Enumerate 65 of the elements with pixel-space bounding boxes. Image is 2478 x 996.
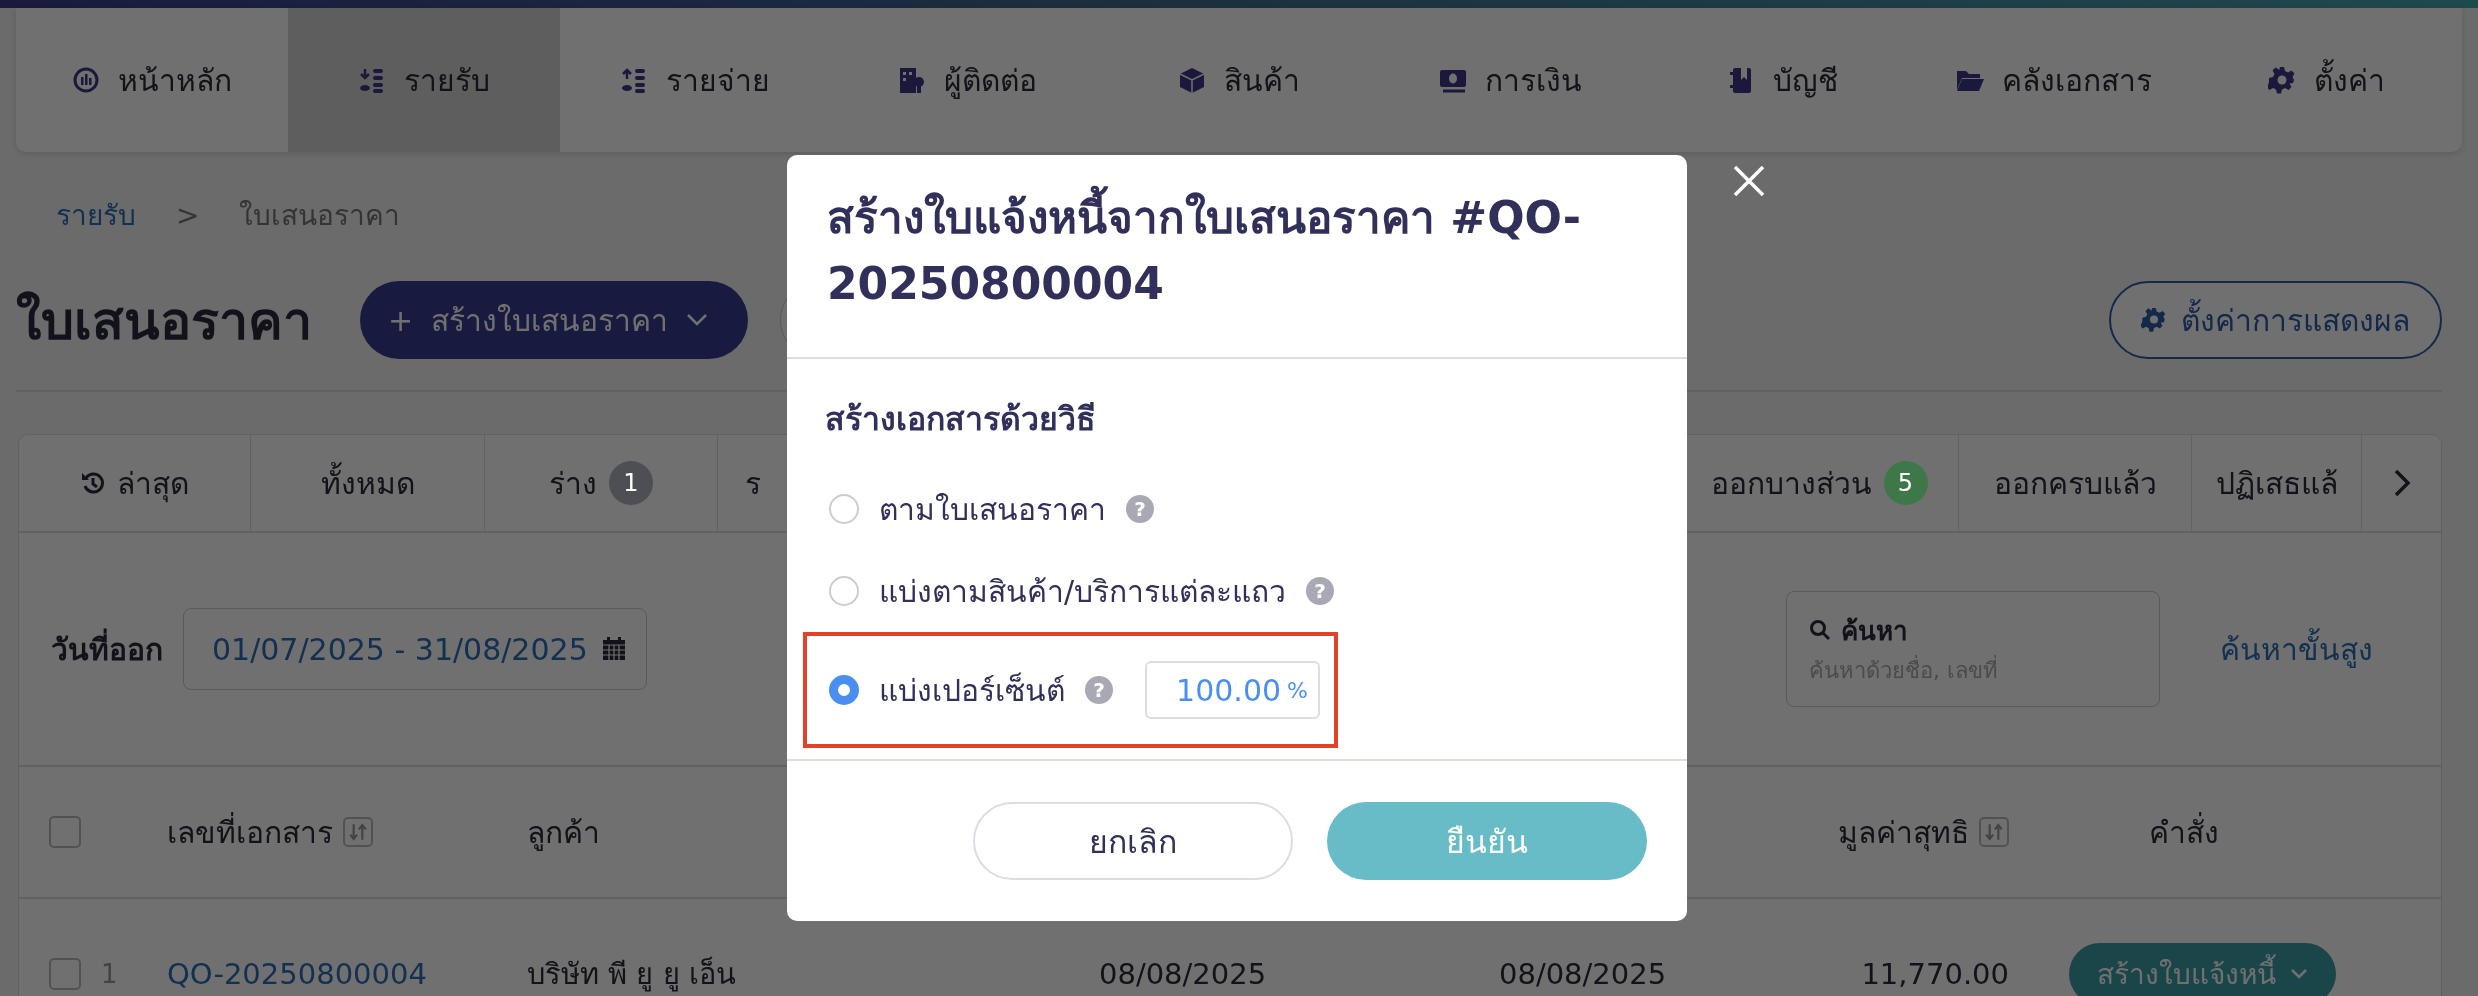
option-label: แบ่งเปอร์เซ็นต์	[879, 671, 1065, 710]
count-badge: 5	[1883, 461, 1928, 505]
product-icon	[1178, 65, 1206, 95]
status-tab[interactable]: ออกครบแล้ว	[1958, 435, 2191, 531]
status-tab[interactable]: ล่าสุด	[19, 435, 251, 531]
select-all-checkbox[interactable]	[49, 816, 81, 848]
nav-tab[interactable]: สินค้า	[1103, 8, 1375, 152]
option-label: ตามใบเสนอราคา	[879, 490, 1106, 529]
radio-button[interactable]	[829, 576, 859, 606]
chevron-right-icon	[2392, 468, 2411, 498]
history-icon	[80, 470, 105, 496]
column-header: ลูกค้า	[527, 813, 600, 853]
help-icon[interactable]: ?	[1085, 676, 1113, 704]
display-settings-button[interactable]: ตั้งค่าการแสดงผล	[2109, 281, 2442, 359]
close-icon[interactable]	[1732, 164, 1766, 198]
sort-icon[interactable]	[343, 817, 373, 847]
status-tab[interactable]: ร่าง 1	[485, 435, 718, 531]
nav-tab[interactable]: คลังเอกสาร	[1918, 8, 2191, 152]
document-number-link[interactable]: QO-20250800004	[167, 957, 427, 991]
column-header: คำสั่ง	[2149, 811, 2219, 852]
nav-tab[interactable]: การเงิน	[1374, 8, 1647, 152]
create-quotation-button[interactable]: + สร้างใบเสนอราคา	[360, 281, 749, 359]
issue-date-cell: 08/08/2025	[1099, 957, 1267, 991]
sort-icon[interactable]	[1979, 817, 2009, 847]
net-total-cell: 11,770.00	[1861, 957, 2009, 991]
status-tab[interactable]: ทั้งหมด	[251, 435, 485, 531]
calendar-icon	[601, 637, 626, 661]
nav-tab[interactable]: บัญชี	[1646, 8, 1919, 152]
nav-tab[interactable]: รายรับ	[287, 8, 560, 152]
column-header: เลขที่เอกสาร	[167, 811, 333, 852]
breadcrumb-separator: >	[176, 198, 200, 232]
breadcrumb-current: ใบเสนอราคา	[239, 198, 401, 234]
help-icon[interactable]: ?	[1126, 495, 1154, 523]
search-label: ค้นหา	[1841, 614, 1908, 648]
confirm-button[interactable]: ยืนยัน	[1327, 802, 1647, 880]
gear-icon	[2267, 65, 2296, 95]
dashboard-icon	[71, 65, 100, 95]
date-label: วันที่ออก	[51, 625, 163, 673]
page-title: ใบเสนอราคา	[16, 289, 312, 353]
date-range-field[interactable]: 01/07/2025 - 31/08/2025	[183, 608, 647, 690]
gear-icon	[2141, 307, 2167, 333]
dialog-title: สร้างใบแจ้งหนี้จากใบเสนอราคา #QO-20250800004	[827, 185, 1647, 317]
nav-tab[interactable]: รายจ่าย	[559, 8, 832, 152]
nav-tab[interactable]: หน้าหลัก	[16, 8, 288, 152]
count-badge: 1	[609, 461, 653, 505]
section-label: สร้างเอกสารด้วยวิธี	[825, 399, 1097, 440]
radio-button[interactable]	[829, 675, 859, 705]
due-date-cell: 08/08/2025	[1499, 957, 1667, 991]
search-icon	[1809, 619, 1831, 641]
caret-icon	[686, 313, 709, 327]
caret-icon	[2290, 968, 2308, 980]
customer-cell: บริษัท พี ยู ยู เอ็น	[527, 957, 736, 991]
create-invoice-button[interactable]: สร้างใบแจ้งหนี้	[2069, 943, 2336, 996]
nav-tab[interactable]: ตั้งค่า	[2190, 8, 2462, 152]
help-icon[interactable]: ?	[1306, 577, 1335, 605]
advanced-search-link[interactable]: ค้นหาขั้นสูง	[2220, 625, 2373, 673]
cancel-button[interactable]: ยกเลิก	[973, 802, 1293, 880]
option-label: แบ่งตามสินค้า/บริการแต่ละแถว	[879, 572, 1287, 611]
row-checkbox[interactable]	[49, 958, 81, 990]
percent-field[interactable]: 100.00 %	[1145, 661, 1320, 719]
breadcrumb-link[interactable]: รายรับ	[56, 193, 136, 237]
radio-button[interactable]	[829, 494, 859, 524]
status-tab[interactable]: ปฏิเสธแล้	[2191, 435, 2361, 531]
nav-tab[interactable]: ผู้ติดต่อ	[831, 8, 1104, 152]
column-header: มูลค่าสุทธิ	[1838, 813, 1969, 854]
